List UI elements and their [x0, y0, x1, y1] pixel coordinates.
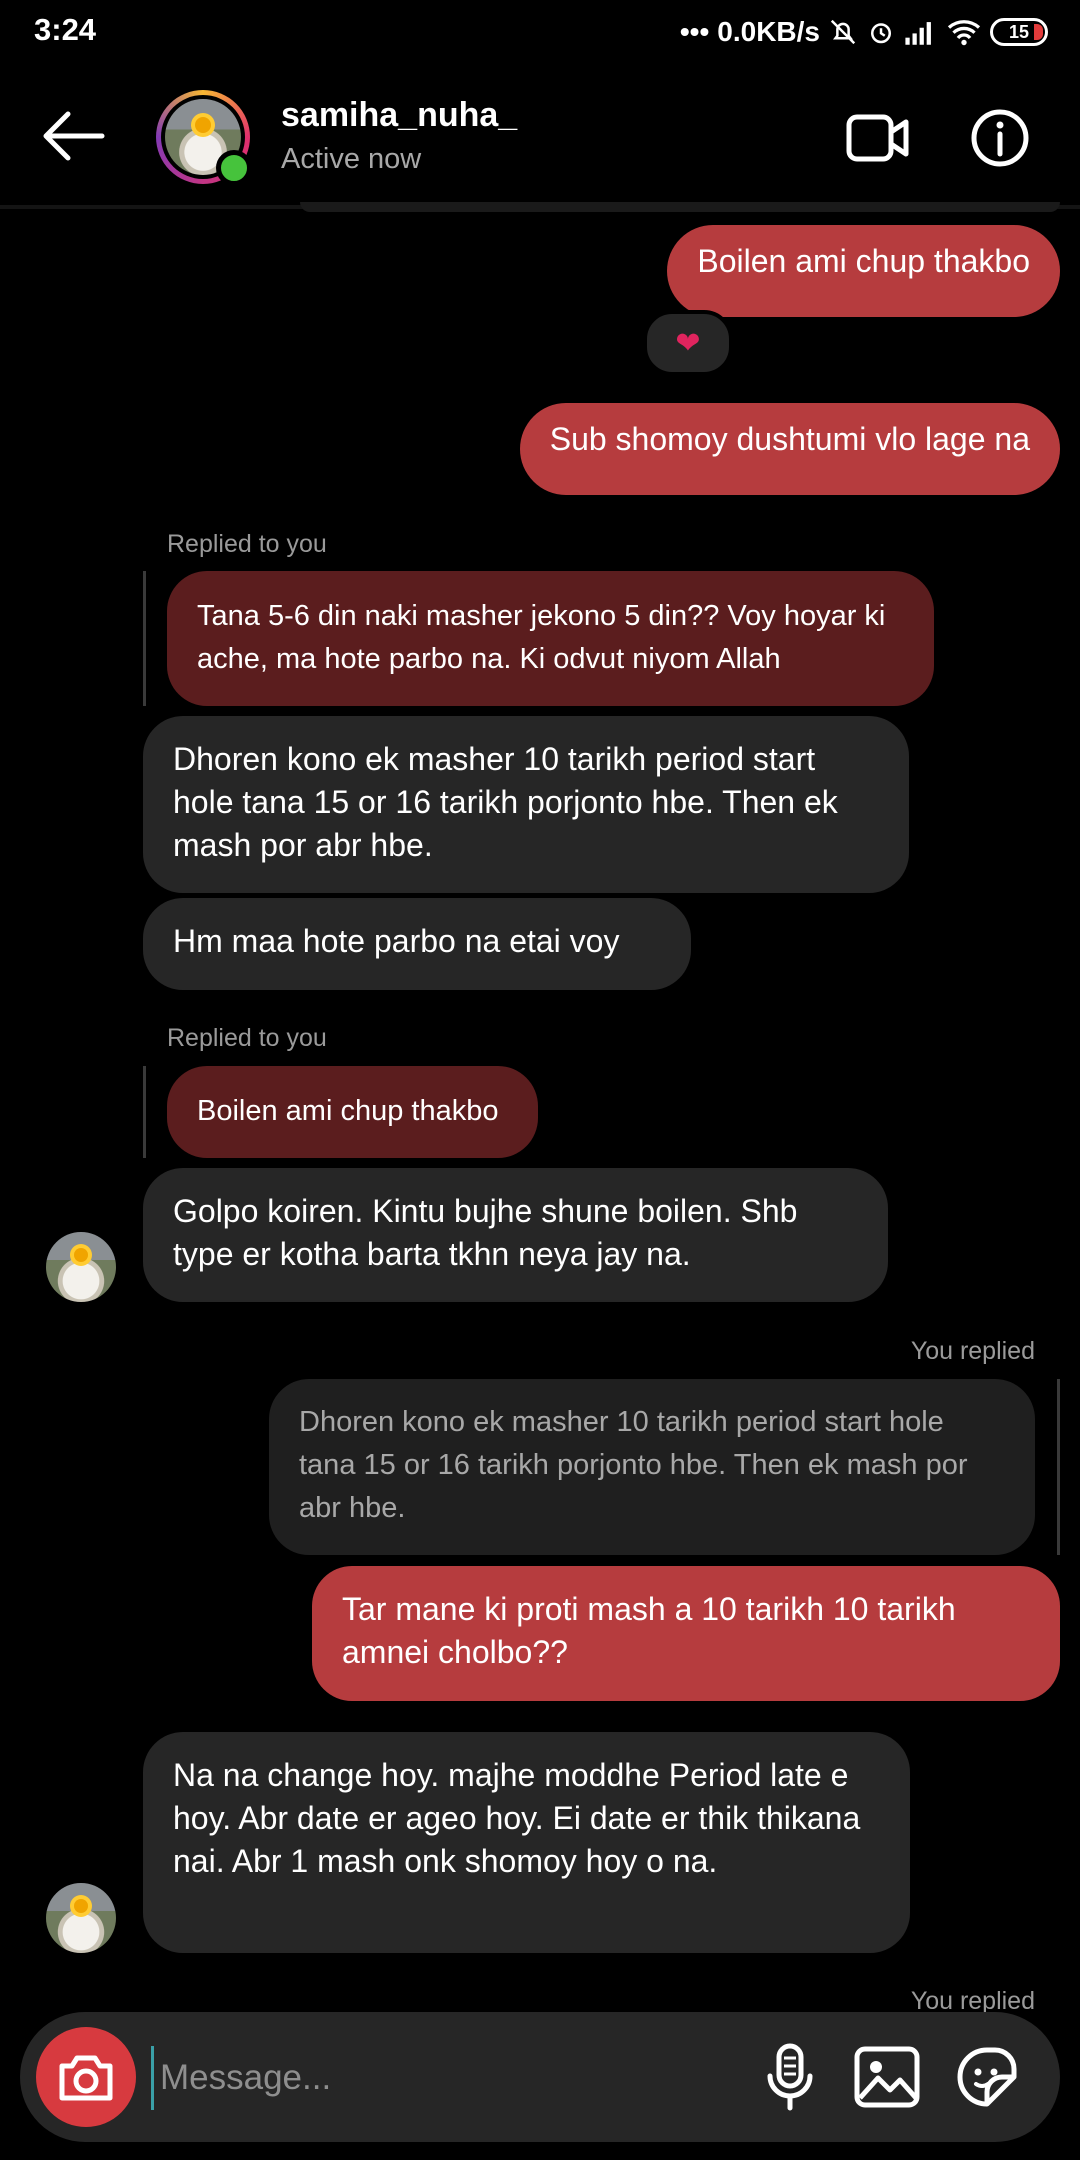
chat-username[interactable]: samiha_nuha_ — [281, 96, 517, 135]
status-time: 3:24 — [34, 12, 97, 47]
previous-message-edge — [300, 202, 1060, 212]
message-incoming[interactable]: Hm maa hote parbo na etai voy — [143, 898, 691, 990]
wifi-icon — [947, 20, 981, 46]
video-camera-icon[interactable] — [846, 110, 910, 166]
camera-icon — [59, 2055, 113, 2101]
battery-icon: 15 — [990, 18, 1048, 46]
message-incoming[interactable]: Na na change hoy. majhe moddhe Period la… — [143, 1732, 910, 1953]
network-dots: ••• — [679, 16, 710, 47]
image-icon[interactable] — [852, 2042, 922, 2112]
quote-bar — [143, 1066, 146, 1158]
quote-bar — [1057, 1379, 1060, 1555]
sender-avatar[interactable] — [46, 1883, 116, 1953]
message-outgoing[interactable]: Sub shomoy dushtumi vlo lage na — [519, 403, 1060, 495]
profile-avatar[interactable] — [156, 90, 252, 186]
quoted-message[interactable]: Boilen ami chup thakbo — [167, 1066, 538, 1158]
back-arrow-icon[interactable] — [38, 108, 108, 164]
message-outgoing[interactable]: Tar mane ki proti mash a 10 tarikh 10 ta… — [312, 1566, 1060, 1701]
battery-level: 15 — [1008, 21, 1030, 42]
active-status: Active now — [281, 143, 422, 175]
reply-label: Replied to you — [167, 1024, 327, 1052]
quoted-message[interactable]: Dhoren kono ek masher 10 tarikh period s… — [269, 1379, 1035, 1555]
mute-bell-icon — [830, 19, 856, 45]
reaction-emoji: ❤ — [675, 326, 701, 360]
heart-reaction-icon[interactable]: ❤ — [643, 310, 733, 376]
alarm-icon — [871, 23, 891, 44]
sender-avatar[interactable] — [46, 1232, 116, 1302]
online-status-dot — [216, 150, 252, 186]
status-icons: ••• 0.0KB/s 15 — [680, 12, 1048, 52]
message-incoming[interactable]: Dhoren kono ek masher 10 tarikh period s… — [143, 716, 909, 893]
info-icon[interactable] — [970, 108, 1030, 168]
sticker-icon[interactable] — [952, 2042, 1022, 2112]
message-outgoing[interactable]: Boilen ami chup thakbo — [667, 225, 1060, 317]
camera-button[interactable] — [36, 2027, 136, 2127]
quoted-message[interactable]: Tana 5-6 din naki masher jekono 5 din?? … — [167, 571, 934, 706]
message-composer — [20, 2012, 1060, 2142]
quote-bar — [143, 571, 146, 706]
reply-label: Replied to you — [167, 530, 327, 558]
signal-icon — [905, 22, 931, 45]
reply-label: You replied — [910, 1337, 1035, 1365]
message-incoming[interactable]: Golpo koiren. Kintu bujhe shune boilen. … — [143, 1168, 888, 1302]
message-input[interactable] — [151, 2046, 722, 2110]
microphone-icon[interactable] — [760, 2042, 820, 2112]
network-speed: 0.0KB/s — [717, 16, 820, 47]
